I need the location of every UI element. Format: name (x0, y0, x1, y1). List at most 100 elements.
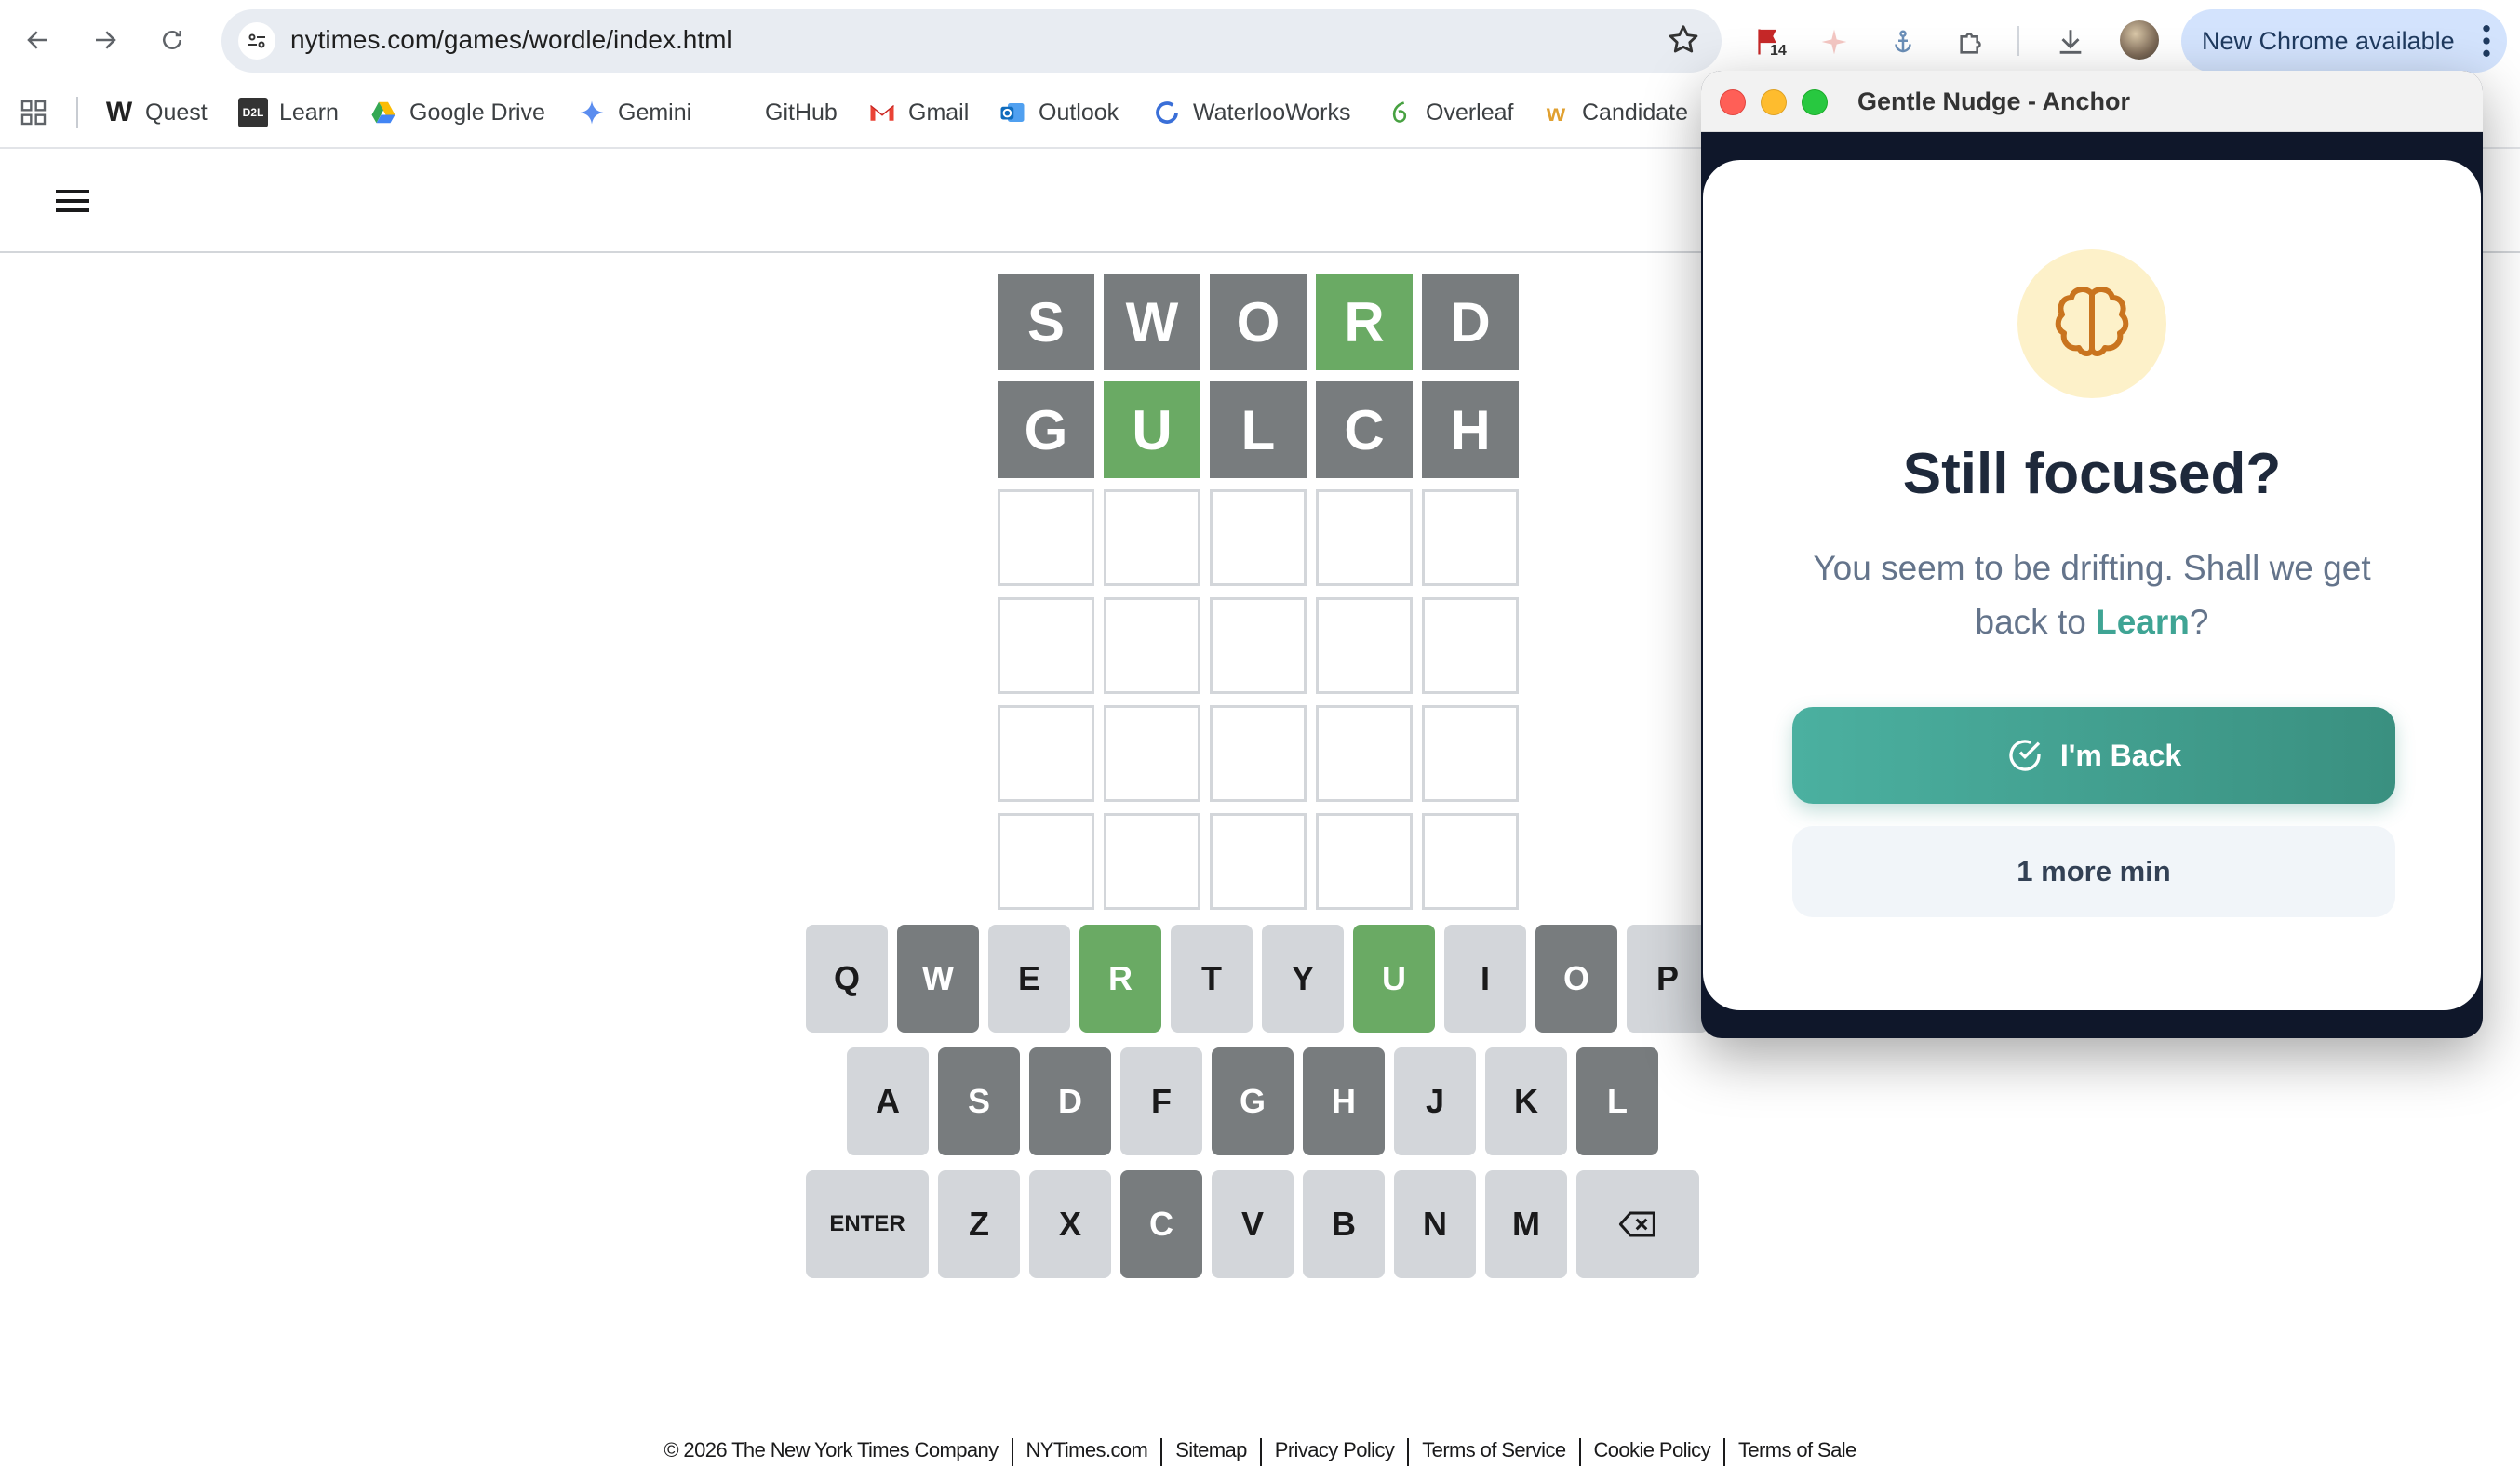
key-s[interactable]: S (938, 1047, 1020, 1155)
footer-link[interactable]: Terms of Service (1422, 1438, 1566, 1466)
key-p[interactable]: P (1627, 925, 1709, 1033)
more-menu-icon[interactable] (2481, 22, 2492, 60)
one-more-min-button[interactable]: 1 more min (1792, 826, 2395, 917)
key-v[interactable]: V (1212, 1170, 1294, 1278)
enter-key[interactable]: ENTER (806, 1170, 929, 1278)
nudge-heading: Still focused? (1902, 442, 2282, 506)
message-suffix: ? (2189, 603, 2209, 641)
apps-grid-icon[interactable] (19, 93, 48, 132)
key-b[interactable]: B (1303, 1170, 1385, 1278)
new-chrome-label: New Chrome available (2202, 26, 2455, 55)
anchor-extension-icon[interactable] (1880, 19, 1926, 65)
download-icon[interactable] (2047, 19, 2094, 65)
bookmark-label: Outlook (1039, 99, 1119, 126)
key-c[interactable]: C (1120, 1170, 1202, 1278)
board-tile (998, 597, 1094, 694)
key-z[interactable]: Z (938, 1170, 1020, 1278)
key-o[interactable]: O (1535, 925, 1617, 1033)
board-tile (1104, 489, 1200, 586)
key-w[interactable]: W (897, 925, 979, 1033)
hamburger-menu-icon[interactable] (54, 186, 91, 216)
key-y[interactable]: Y (1262, 925, 1344, 1033)
key-t[interactable]: T (1171, 925, 1253, 1033)
candidate-w-icon: w (1546, 98, 1566, 127)
footer-link[interactable]: Privacy Policy (1275, 1438, 1395, 1466)
address-bar[interactable]: nytimes.com/games/wordle/index.html (221, 9, 1722, 73)
im-back-label: I'm Back (2059, 738, 2182, 772)
bookmark-label: WaterlooWorks (1193, 99, 1351, 126)
window-title: Gentle Nudge - Anchor (1857, 87, 2131, 115)
toolbar-divider (2017, 26, 2019, 56)
key-x[interactable]: X (1029, 1170, 1111, 1278)
waterlooworks-icon (1152, 98, 1182, 127)
bookmark-label: Google Drive (409, 99, 545, 126)
profile-avatar[interactable] (2120, 20, 2159, 60)
key-a[interactable]: A (847, 1047, 929, 1155)
keyboard-row: QWERTYUIOP (806, 925, 1709, 1033)
back-arrow-icon[interactable] (15, 17, 61, 63)
reload-icon[interactable] (149, 17, 195, 63)
key-q[interactable]: Q (806, 925, 888, 1033)
maximize-window-button[interactable] (1802, 89, 1828, 115)
footer-link[interactable]: Terms of Sale (1738, 1438, 1856, 1466)
nudge-message: You seem to be drifting. Shall we get ba… (1805, 541, 2379, 649)
key-u[interactable]: U (1353, 925, 1435, 1033)
key-l[interactable]: L (1576, 1047, 1658, 1155)
key-f[interactable]: F (1120, 1047, 1202, 1155)
new-chrome-available-button[interactable]: New Chrome available (2181, 9, 2507, 73)
bookmark-star-icon[interactable] (1666, 22, 1701, 58)
board-tile (1104, 597, 1200, 694)
key-k[interactable]: K (1485, 1047, 1567, 1155)
bookmark-waterlooworks[interactable]: WaterlooWorks (1152, 93, 1350, 132)
key-m[interactable]: M (1485, 1170, 1567, 1278)
extensions-puzzle-icon[interactable] (1949, 19, 1995, 65)
footer-link[interactable]: © 2026 The New York Times Company (664, 1438, 999, 1466)
board-tile: R (1316, 274, 1413, 370)
bookmark-outlook[interactable]: Outlook (998, 93, 1119, 132)
footer-link[interactable]: Cookie Policy (1594, 1438, 1711, 1466)
board-tile (1104, 813, 1200, 910)
url-text[interactable]: nytimes.com/games/wordle/index.html (290, 25, 732, 55)
footer-divider (1578, 1438, 1581, 1466)
footer-link[interactable]: Sitemap (1175, 1438, 1247, 1466)
message-text: You seem to be drifting. Shall we get ba… (1813, 549, 2371, 641)
key-j[interactable]: J (1394, 1047, 1476, 1155)
board-tile (1210, 705, 1307, 802)
board-tile: H (1422, 381, 1519, 478)
key-r[interactable]: R (1079, 925, 1161, 1033)
board-tile (998, 813, 1094, 910)
key-h[interactable]: H (1303, 1047, 1385, 1155)
bookmark-gemini[interactable]: Gemini (577, 93, 691, 132)
bookmark-github[interactable]: GitHub (724, 93, 838, 132)
close-window-button[interactable] (1720, 89, 1746, 115)
sparkle-icon[interactable] (1811, 19, 1857, 65)
key-e[interactable]: E (988, 925, 1070, 1033)
board-tile (1210, 489, 1307, 586)
bookmark-learn[interactable]: D2L Learn (238, 93, 339, 132)
key-i[interactable]: I (1444, 925, 1526, 1033)
footer-divider (1011, 1438, 1013, 1466)
bookmark-google-drive[interactable]: Google Drive (369, 93, 545, 132)
bookmark-gmail[interactable]: Gmail (867, 93, 969, 132)
bookmark-quest[interactable]: W Quest (104, 93, 208, 132)
key-g[interactable]: G (1212, 1047, 1294, 1155)
board-tile (1422, 597, 1519, 694)
bookmark-overleaf[interactable]: Overleaf (1385, 93, 1513, 132)
key-d[interactable]: D (1029, 1047, 1111, 1155)
im-back-button[interactable]: I'm Back (1792, 707, 2395, 804)
board-tile (1316, 489, 1413, 586)
forward-arrow-icon[interactable] (82, 17, 128, 63)
board-tile (998, 489, 1094, 586)
backspace-key[interactable] (1576, 1170, 1699, 1278)
keyboard-row: ASDFGHJKL (847, 1047, 1658, 1155)
key-n[interactable]: N (1394, 1170, 1476, 1278)
footer-link[interactable]: NYTimes.com (1026, 1438, 1148, 1466)
outlook-icon (998, 98, 1027, 127)
footer-divider (1259, 1438, 1262, 1466)
board-row (998, 597, 1522, 694)
bookmark-candidate[interactable]: w Candidate (1541, 93, 1688, 132)
board-tile: G (998, 381, 1094, 478)
site-info-icon[interactable] (238, 22, 275, 60)
board-row: GULCH (998, 381, 1522, 478)
minimize-window-button[interactable] (1761, 89, 1787, 115)
